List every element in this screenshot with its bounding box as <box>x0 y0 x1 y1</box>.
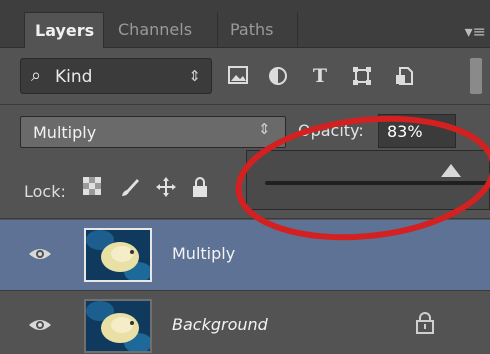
opacity-slider-track[interactable] <box>265 181 489 185</box>
lock-image-pixels-icon[interactable] <box>116 176 144 204</box>
layer-name[interactable]: Background <box>172 315 268 334</box>
layer-thumbnail <box>84 228 152 282</box>
tab-channels[interactable]: Channels <box>108 12 218 48</box>
lock-position-icon[interactable] <box>152 176 180 204</box>
layer-name[interactable]: Multiply <box>172 244 235 263</box>
opacity-input[interactable]: 83% <box>378 114 456 148</box>
filter-toggle-switch[interactable] <box>470 58 482 94</box>
blend-mode-value: Multiply <box>33 123 97 142</box>
layer-row-background[interactable]: Background <box>0 291 490 354</box>
lock-label: Lock: <box>24 182 66 201</box>
opacity-slider-popup <box>246 150 490 210</box>
tab-paths[interactable]: Paths <box>220 12 298 48</box>
filter-kind-dropdown[interactable]: ⌕ Kind ⇕ <box>20 58 212 94</box>
tab-layers[interactable]: Layers <box>24 12 104 48</box>
filter-kind-label: Kind <box>55 67 93 87</box>
divider <box>0 218 490 219</box>
divider <box>0 104 490 105</box>
search-icon: ⌕ <box>31 65 42 86</box>
type-filter-icon[interactable]: T <box>304 60 336 92</box>
layer-row-multiply[interactable]: Multiply <box>0 220 490 290</box>
opacity-label: Opacity: <box>298 121 364 140</box>
visibility-eye-icon[interactable] <box>28 313 52 337</box>
opacity-value: 83% <box>387 122 423 141</box>
panel-menu-icon[interactable]: ▾≡ <box>465 22 486 41</box>
layer-thumbnail <box>84 299 152 353</box>
updown-arrow-icon: ⇕ <box>188 67 201 85</box>
layer-locked-icon <box>416 312 434 334</box>
adjustment-filter-icon[interactable] <box>262 60 294 92</box>
visibility-eye-icon[interactable] <box>28 242 52 266</box>
blend-mode-dropdown[interactable]: Multiply <box>20 116 286 148</box>
image-filter-icon[interactable] <box>222 60 254 92</box>
updown-arrow-icon: ⇕ <box>258 120 271 138</box>
panel-tab-bar: Layers Channels Paths ▾≡ <box>0 0 490 48</box>
layers-panel: Layers Channels Paths ▾≡ ⌕ Kind ⇕ T Mult… <box>0 0 490 354</box>
smart-object-filter-icon[interactable] <box>388 60 420 92</box>
lock-transparent-pixels-icon[interactable] <box>78 176 106 204</box>
shape-filter-icon[interactable] <box>346 60 378 92</box>
opacity-slider-thumb[interactable] <box>440 164 461 177</box>
lock-all-icon[interactable] <box>186 176 214 204</box>
